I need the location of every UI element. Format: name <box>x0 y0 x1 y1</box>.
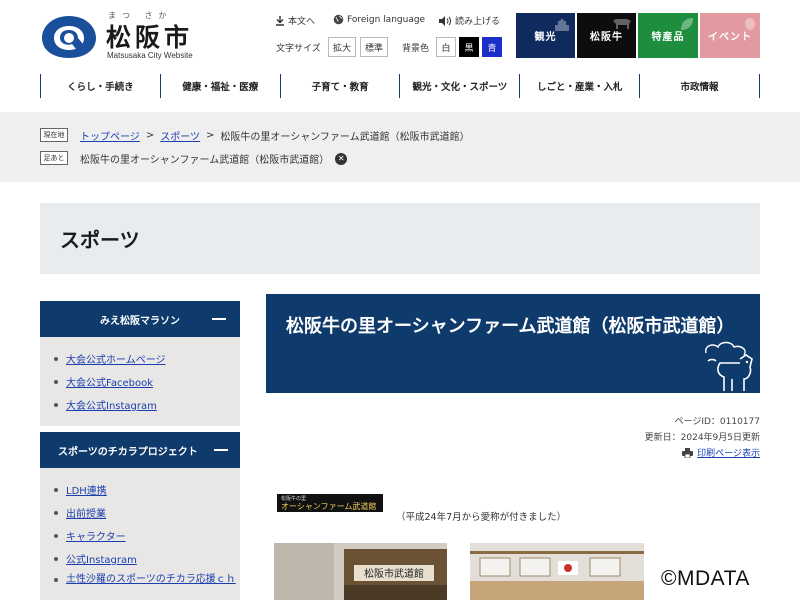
footprint-trail: 松阪牛の里オーシャンファーム武道館（松阪市武道館） ✕ <box>80 151 348 166</box>
photo-sign-text: 松阪市武道館 <box>364 567 424 580</box>
city-emblem-icon <box>42 16 96 58</box>
nav-item-health[interactable]: 健康・福祉・医療 <box>161 74 281 98</box>
current-location-tag: 現在地 <box>40 128 68 142</box>
sidebar-sports-power-header[interactable]: スポーツのチカラプロジェクト <box>40 432 240 468</box>
sidebar-sports-power-list: LDH連携 出前授業 キャラクター 公式Instagram 土性沙羅のスポーツの… <box>40 468 240 600</box>
entrance-photo-illustration: 松阪市武道館 <box>274 543 447 600</box>
page-title: 松阪牛の里オーシャンファーム武道館（松阪市武道館） <box>286 316 735 337</box>
nav-item-city-administration[interactable]: 市政情報 <box>640 74 760 98</box>
print-page-link[interactable]: 印刷ページ表示 <box>682 446 760 459</box>
print-label: 印刷ページ表示 <box>697 449 760 459</box>
sidebar-item-official-instagram[interactable]: 大会公式Instagram <box>54 393 240 416</box>
nav-item-tourism-culture-sports[interactable]: 観光・文化・スポーツ <box>400 74 521 98</box>
sidebar-item-official-homepage[interactable]: 大会公式ホームページ <box>54 347 240 370</box>
footprint-tag: 足あと <box>40 151 68 165</box>
nickname-logo-main-text: オーシャンファーム武道館 <box>281 502 377 511</box>
sidebar-marathon-block: みえ松阪マラソン 大会公式ホームページ 大会公式Facebook 大会公式Ins… <box>40 301 240 426</box>
logo-subtitle: Matsusaka City Website <box>107 51 193 60</box>
logo-title: 松阪市 <box>106 23 194 52</box>
sidebar-sports-power-block: スポーツのチカラプロジェクト LDH連携 出前授業 キャラクター 公式Insta… <box>40 432 240 600</box>
breadcrumb-separator: > <box>145 130 155 141</box>
lang-label: Foreign language <box>347 14 426 25</box>
footprint-item[interactable]: 松阪牛の里オーシャンファーム武道館（松阪市武道館） <box>80 151 329 166</box>
speaker-icon <box>439 15 451 26</box>
dojo-entrance-photo: 松阪市武道館 <box>274 543 447 600</box>
sidebar-item-ldh[interactable]: LDH連携 <box>54 478 240 501</box>
category-heading-box: スポーツ <box>40 203 760 274</box>
sidebar-item-visiting-class[interactable]: 出前授業 <box>54 501 240 524</box>
site-header: まつ さか 松阪市 Matsusaka City Website 本文へ For… <box>0 0 800 112</box>
text-size-label: 文字サイズ <box>276 44 321 54</box>
category-matsusaka-beef-button[interactable]: 松阪牛 <box>577 13 636 58</box>
category-heading: スポーツ <box>60 228 140 252</box>
updated-date: 更新日：2024年9月5日更新 <box>644 433 760 443</box>
nav-item-childcare[interactable]: 子育て・教育 <box>281 74 401 98</box>
background-color-label: 背景色 <box>402 44 430 54</box>
category-event-button[interactable]: イベント <box>700 13 760 58</box>
download-arrow-icon <box>276 15 284 26</box>
breadcrumb-current: 松阪牛の里オーシャンファーム武道館（松阪市武道館） <box>220 132 470 143</box>
site-logo[interactable]: まつ さか 松阪市 Matsusaka City Website <box>40 10 210 60</box>
leaf-icon <box>681 18 693 30</box>
breadcrumb-separator: > <box>206 130 215 141</box>
printer-icon <box>682 447 694 458</box>
skip-to-content-link[interactable]: 本文へ <box>275 14 315 27</box>
read-aloud-link[interactable]: 読み上げる <box>439 14 500 27</box>
breadcrumb-area: 現在地 トップページ > スポーツ > 松阪牛の里オーシャンファーム武道館（松阪… <box>0 112 800 182</box>
sidebar-sports-power-title: スポーツのチカラプロジェクト <box>58 446 198 458</box>
category-specialty-button[interactable]: 特産品 <box>638 13 698 58</box>
text-size-large-button[interactable]: 拡大 <box>328 37 356 57</box>
nav-item-work-industry[interactable]: しごと・産業・入札 <box>520 74 641 98</box>
bg-blue-button[interactable]: 青 <box>482 37 502 57</box>
sidebar-marathon-header[interactable]: みえ松阪マラソン <box>40 301 240 337</box>
copyright-watermark: ©MDATA <box>661 567 750 590</box>
cow-icon <box>613 19 631 29</box>
sidebar-marathon-title: みえ松阪マラソン <box>100 315 180 327</box>
sidebar-marathon-list: 大会公式ホームページ 大会公式Facebook 大会公式Instagram <box>40 337 240 416</box>
breadcrumb-home-link[interactable]: トップページ <box>80 128 140 143</box>
text-size-standard-button[interactable]: 標準 <box>360 37 388 57</box>
page-title-box: 松阪牛の里オーシャンファーム武道館（松阪市武道館） <box>266 294 760 393</box>
sidebar-item-dosho-channel[interactable]: 土性沙羅のスポーツのチカラ応援ｃｈ <box>54 570 240 600</box>
category-tourism-button[interactable]: 観光 <box>516 13 575 58</box>
global-navigation: くらし・手続き 健康・福祉・医療 子育て・教育 観光・文化・スポーツ しごと・産… <box>40 74 760 98</box>
collapse-minus-icon <box>214 449 228 451</box>
nav-item-living[interactable]: くらし・手続き <box>41 74 161 98</box>
lantern-icon <box>745 18 755 30</box>
collapse-minus-icon <box>212 318 226 320</box>
sidebar-item-character[interactable]: キャラクター <box>54 524 240 547</box>
venue-nickname-logo: 松阪牛の里 オーシャンファーム武道館 <box>277 494 383 512</box>
interior-photo-illustration <box>470 543 644 600</box>
category-beef-label: 松阪牛 <box>590 32 623 43</box>
globe-icon <box>333 14 344 25</box>
page-id: ページID：0110177 <box>674 417 761 427</box>
castle-icon <box>555 18 569 31</box>
bg-white-button[interactable]: 白 <box>436 37 456 57</box>
read-label: 読み上げる <box>455 17 501 27</box>
sidebar-item-instagram[interactable]: 公式Instagram <box>54 547 240 570</box>
dojo-interior-photo <box>470 543 644 600</box>
breadcrumb-sports-link[interactable]: スポーツ <box>160 128 200 143</box>
foreign-language-link[interactable]: Foreign language <box>333 14 425 25</box>
close-icon[interactable]: ✕ <box>335 152 348 165</box>
breadcrumb: トップページ > スポーツ > 松阪牛の里オーシャンファーム武道館（松阪市武道館… <box>80 128 470 143</box>
cow-illustration-icon <box>705 341 753 391</box>
bg-black-button[interactable]: 黒 <box>459 37 479 57</box>
nickname-note: （平成24年7月から愛称が付きました） <box>396 512 567 523</box>
sidebar-item-official-facebook[interactable]: 大会公式Facebook <box>54 370 240 393</box>
skip-label: 本文へ <box>288 17 316 27</box>
